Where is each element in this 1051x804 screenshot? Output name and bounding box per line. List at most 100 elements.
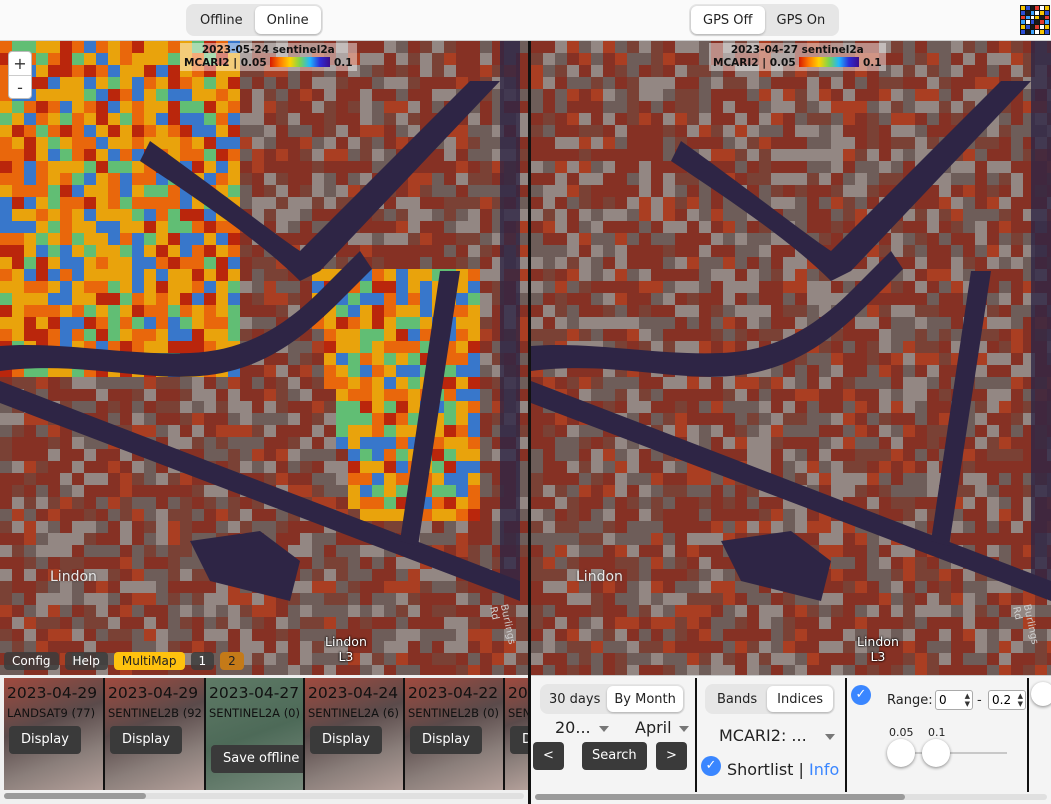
partial-toggle[interactable] (1031, 682, 1051, 706)
map-2-button[interactable]: 2 (220, 652, 244, 670)
card-sensor: SENTINEL2B (0) (408, 706, 500, 720)
card-sensor: SENTINEL2A (6) (308, 706, 399, 720)
shortlist-label: Shortlist | Info (727, 760, 839, 779)
card-date: 2023-04-29 (108, 684, 199, 702)
help-button[interactable]: Help (64, 652, 108, 670)
multimap-button[interactable]: MultiMap (113, 652, 185, 670)
legend-index: MCARI2 (713, 57, 759, 69)
chevron-down-icon (599, 726, 609, 732)
card-date: 2023-04-29 (7, 684, 98, 702)
legend-title: 2023-04-27 sentinel2a (730, 44, 864, 56)
shortlist-checkbox[interactable]: ✓ (701, 756, 721, 776)
poi-name: Lindon (325, 634, 367, 649)
map-button-bar: Config Help MultiMap 1 2 (4, 652, 244, 670)
image-card[interactable]: 2023-04-29 LANDSAT9 (77) Display (4, 678, 104, 790)
spinner-icon[interactable]: ▲ ▼ (965, 692, 970, 708)
gps-off-option[interactable]: GPS Off (691, 6, 765, 34)
separator-text: | (798, 760, 804, 779)
save-offline-button[interactable]: Save offline (211, 745, 306, 773)
date-pane: 30 days By Month 20... April < Search > (533, 678, 695, 792)
strip-scrollbar[interactable] (4, 793, 146, 799)
year-select[interactable]: 20... (555, 718, 591, 737)
legend-index: MCARI2 (184, 57, 230, 69)
connection-toggle: Offline Online (186, 4, 323, 36)
legend-max: 0.1 (862, 57, 882, 69)
card-sensor: SENTINEL2A (0) (209, 706, 300, 720)
place-label: Lindon (576, 569, 623, 585)
previous-button[interactable]: < (533, 742, 564, 770)
display-button[interactable]: Display (310, 726, 382, 754)
poi-name: Lindon (857, 634, 899, 649)
chevron-down-icon (679, 726, 689, 732)
index-pane: Bands Indices MCARI2: ... ✓ Shortlist | … (697, 678, 845, 792)
month-select[interactable]: April (635, 718, 672, 737)
legend-max: 0.1 (333, 57, 353, 69)
index-select[interactable]: MCARI2: ... (719, 726, 807, 745)
image-card[interactable]: 2023-04-24 SENTINEL2A (6) Display (305, 678, 405, 790)
map-legend-right: 2023-04-27 sentinel2a MCARI2 | 0.05 0.1 (709, 43, 886, 71)
card-sensor: SENTINEL2B (92 (108, 706, 202, 720)
search-button[interactable]: Search (582, 742, 647, 770)
display-button[interactable]: D (510, 726, 528, 754)
range-enable-checkbox[interactable]: ✓ (851, 685, 871, 705)
range-min-value: 0 (939, 693, 947, 707)
poi-code: L3 (870, 649, 886, 664)
chevron-down-icon (825, 734, 835, 740)
offline-option[interactable]: Offline (188, 6, 255, 34)
slider-high-label: 0.1 (928, 726, 946, 739)
place-label: Lindon (50, 569, 97, 585)
range-slider-low-handle[interactable] (887, 739, 915, 767)
image-card[interactable]: 20 SEN D (505, 678, 528, 790)
30-days-option[interactable]: 30 days (542, 686, 607, 712)
gps-on-option[interactable]: GPS On (765, 6, 838, 34)
gps-toggle: GPS Off GPS On (689, 4, 840, 36)
map-1-button[interactable]: 1 (190, 652, 215, 670)
poi-label: Lindon L3 (325, 634, 367, 664)
bands-option[interactable]: Bands (707, 686, 767, 712)
grid-logo-icon[interactable] (1020, 5, 1050, 35)
slider-low-label: 0.05 (889, 726, 914, 739)
range-pane: ✓ Range: 0 ▲ ▼ - 0.2 ▲ ▼ 0.05 0.1 (847, 678, 1027, 792)
online-option[interactable]: Online (254, 6, 321, 34)
card-date: 2023-04-22 (408, 684, 499, 702)
map-left[interactable]: 2023-05-24 sentinel2a MCARI2 | 0.05 0.1 … (0, 41, 528, 675)
color-ramp (799, 57, 860, 67)
poi-label: Lindon L3 (857, 634, 899, 664)
display-button[interactable]: Display (410, 726, 482, 754)
date-mode-toggle: 30 days By Month (540, 684, 685, 714)
info-link[interactable]: Info (809, 760, 839, 779)
shortlist-text: Shortlist (727, 760, 794, 779)
image-card-selected[interactable]: 2023-04-27 SENTINEL2A (0) Save offline (206, 678, 306, 790)
display-button[interactable]: Display (9, 726, 81, 754)
card-date: 20 (508, 684, 528, 702)
image-card[interactable]: 2023-04-29 SENTINEL2B (92 Display (105, 678, 205, 790)
zoom-out-button[interactable]: - (9, 75, 31, 98)
legend-title: 2023-05-24 sentinel2a (201, 44, 335, 56)
range-min-input[interactable]: 0 ▲ ▼ (935, 690, 973, 710)
legend-min: 0.05 (769, 57, 796, 69)
poi-code: L3 (338, 649, 354, 664)
card-sensor: SEN (508, 706, 528, 720)
zoom-in-button[interactable]: + (9, 52, 31, 75)
config-button[interactable]: Config (4, 652, 59, 670)
indices-option[interactable]: Indices (767, 686, 834, 712)
next-button[interactable]: > (656, 742, 687, 770)
color-ramp (270, 57, 331, 67)
card-date: 2023-04-24 (308, 684, 399, 702)
card-date: 2023-04-27 (209, 684, 300, 702)
control-panel: 30 days By Month 20... April < Search > … (531, 675, 1051, 804)
panel-scrollbar[interactable] (535, 794, 905, 800)
map-legend-left: 2023-05-24 sentinel2a MCARI2 | 0.05 0.1 (180, 43, 357, 71)
image-strip[interactable]: 2023-04-29 LANDSAT9 (77) Display 2023-04… (0, 675, 528, 804)
bands-indices-toggle: Bands Indices (705, 684, 836, 714)
range-max-input[interactable]: 0.2 ▲ ▼ (988, 690, 1026, 710)
display-button[interactable]: Display (110, 726, 182, 754)
range-slider-high-handle[interactable] (922, 739, 950, 767)
range-max-value: 0.2 (992, 693, 1012, 707)
by-month-option[interactable]: By Month (607, 686, 683, 712)
panel-separator (1027, 678, 1029, 792)
map-right[interactable]: 2023-04-27 sentinel2a MCARI2 | 0.05 0.1 … (531, 41, 1051, 675)
spinner-icon[interactable]: ▲ ▼ (1018, 692, 1023, 708)
card-sensor: LANDSAT9 (77) (7, 706, 96, 720)
image-card[interactable]: 2023-04-22 SENTINEL2B (0) Display (405, 678, 505, 790)
